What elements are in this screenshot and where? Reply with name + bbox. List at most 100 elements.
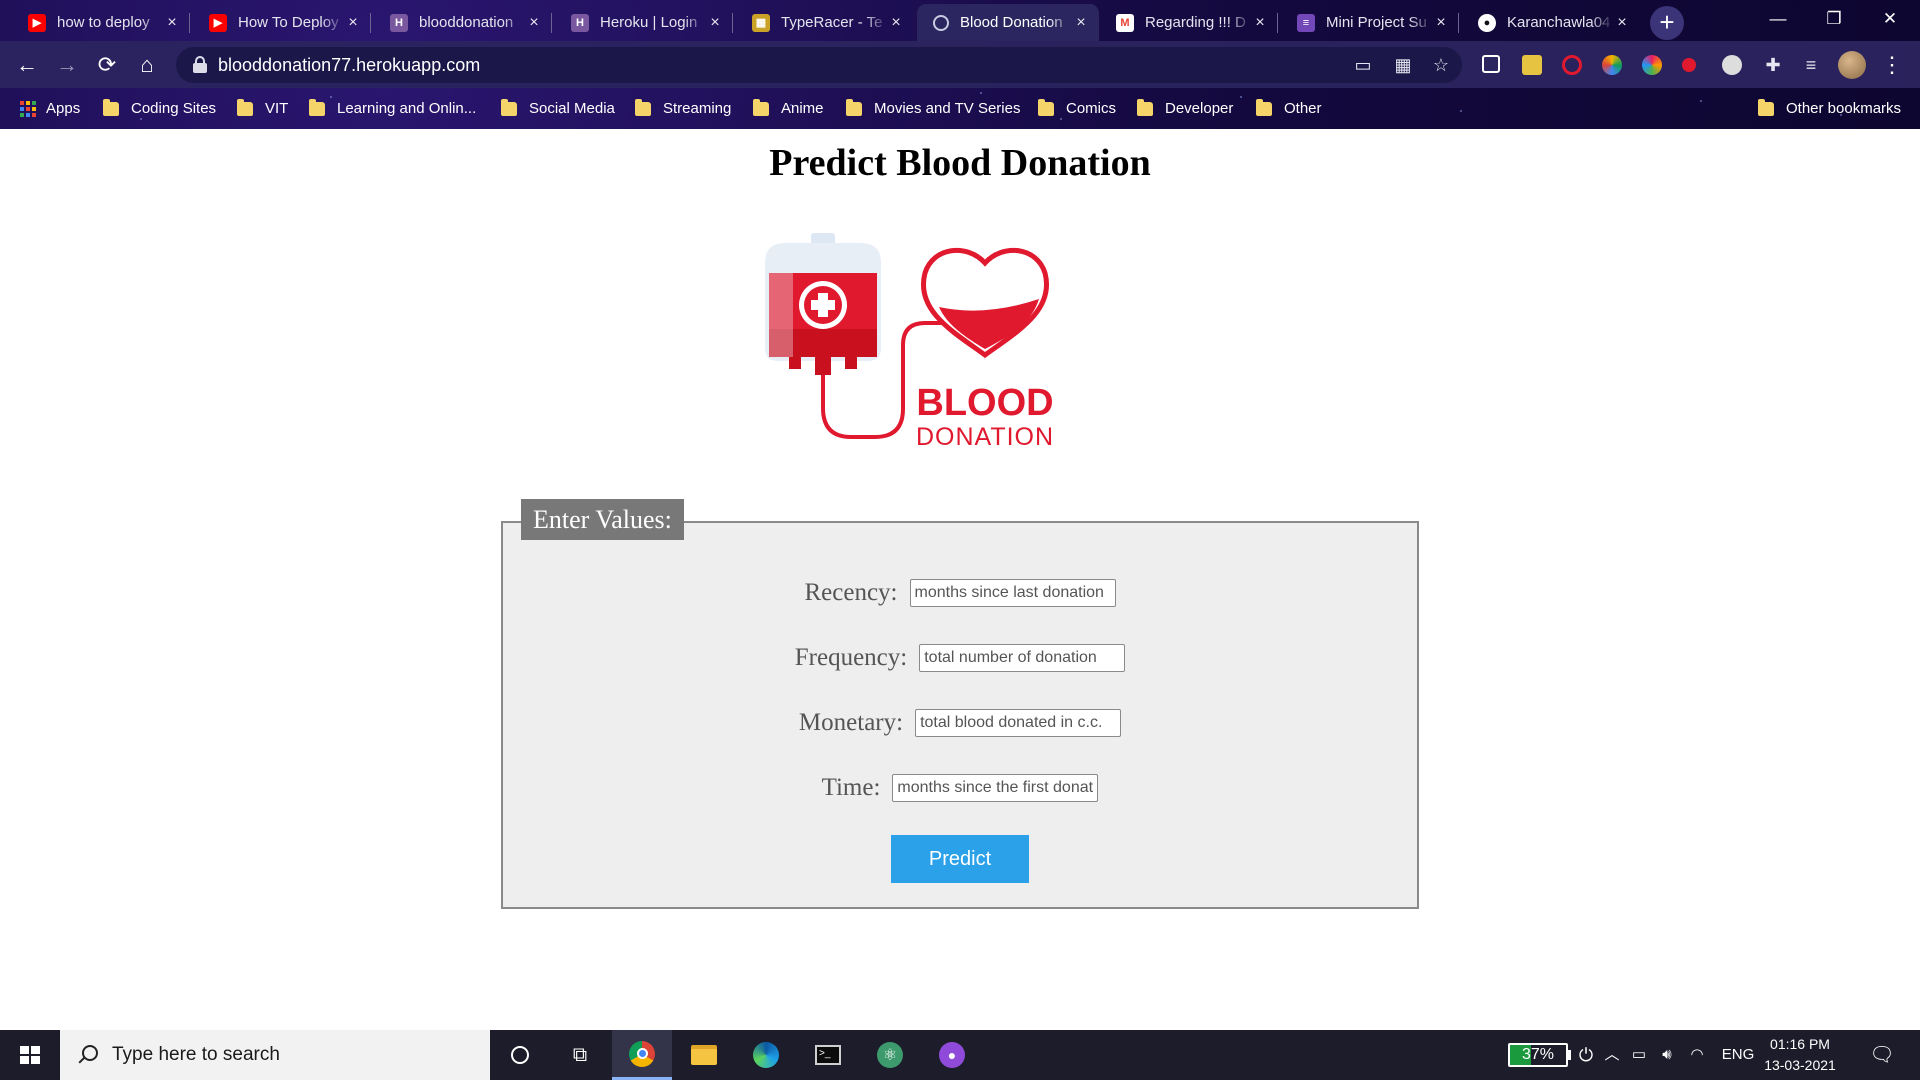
bookmark-folder-streaming[interactable]: Streaming [635, 88, 731, 129]
minimize-button[interactable]: — [1750, 0, 1806, 40]
battery-tray-icon[interactable]: ▭ [1626, 1030, 1652, 1080]
cortana-icon[interactable] [490, 1030, 550, 1080]
extension-icon[interactable] [1682, 58, 1696, 72]
close-icon[interactable]: × [888, 14, 904, 31]
more-menu-icon[interactable]: ⋮ [1880, 49, 1904, 81]
close-window-button[interactable]: ✕ [1862, 0, 1918, 40]
media-control-icon[interactable]: ≡ [1796, 47, 1826, 83]
extension-icon[interactable] [1642, 55, 1662, 75]
close-icon[interactable]: × [1073, 14, 1089, 31]
bookmark-label: Movies and TV Series [874, 100, 1021, 117]
extensions-puzzle-icon[interactable]: ✚ [1758, 47, 1788, 83]
tab-heroku-login[interactable]: H Heroku | Login × [555, 4, 733, 41]
tab-how-to-deploy[interactable]: ▶ how to deploy × [12, 4, 190, 41]
tab-gmail-regarding[interactable]: M Regarding !!! D × [1100, 4, 1278, 41]
tab-blood-donation-active[interactable]: Blood Donation × [917, 4, 1099, 41]
language-indicator[interactable]: ENG [1718, 1030, 1758, 1080]
apps-grid-icon [20, 100, 36, 117]
tab-github[interactable]: ● Karanchawla04 × [1462, 4, 1640, 41]
reload-button[interactable]: ⟳ [90, 48, 124, 82]
qr-code-icon[interactable]: ▦ [1388, 47, 1418, 83]
time-input[interactable] [892, 774, 1099, 802]
bookmark-folder-developer[interactable]: Developer [1137, 88, 1233, 129]
edge-icon[interactable] [736, 1030, 796, 1080]
extension-icon[interactable] [1522, 55, 1542, 75]
cast-icon[interactable]: ▭ [1348, 47, 1378, 83]
bookmark-folder-other[interactable]: Other [1256, 88, 1322, 129]
task-view-icon[interactable]: ⧉ [550, 1030, 610, 1080]
address-bar[interactable]: blooddonation77.herokuapp.com ▭ ▦ ☆ [176, 47, 1462, 83]
pen-extension-icon[interactable] [1482, 55, 1500, 73]
close-icon[interactable]: × [345, 14, 361, 31]
atom-icon[interactable]: ⚛ [860, 1030, 920, 1080]
bookmark-folder-comics[interactable]: Comics [1038, 88, 1116, 129]
extension-icon[interactable] [1722, 55, 1742, 75]
time-row: Time: [501, 768, 1419, 808]
bookmark-star-icon[interactable]: ☆ [1426, 47, 1456, 83]
tab-title: Mini Project Su [1326, 14, 1427, 31]
bookmark-folder-other-bookmarks[interactable]: Other bookmarks [1758, 88, 1901, 129]
extension-icon[interactable] [1602, 55, 1622, 75]
blood-donation-logo: BLOOD DONATION [765, 233, 1054, 451]
bookmark-folder-coding-sites[interactable]: Coding Sites [103, 88, 216, 129]
file-explorer-icon[interactable] [674, 1030, 734, 1080]
wifi-icon[interactable]: ◠ [1684, 1030, 1710, 1080]
close-icon[interactable]: × [707, 14, 723, 31]
back-button[interactable]: ← [10, 48, 44, 82]
extension-icon[interactable] [1562, 55, 1582, 75]
bookmark-folder-movies-tv[interactable]: Movies and TV Series [846, 88, 1020, 129]
gmail-icon: M [1116, 13, 1134, 32]
typeracer-icon: ▦ [752, 13, 770, 32]
forward-button[interactable]: → [50, 48, 84, 82]
home-button[interactable]: ⌂ [130, 48, 164, 82]
tab-title: Heroku | Login [600, 14, 698, 31]
tab-blooddonation-heroku[interactable]: H blooddonation × [374, 4, 552, 41]
predict-button[interactable]: Predict [891, 835, 1029, 883]
heroku-icon: H [571, 13, 589, 32]
tab-strip: ▶ how to deploy × ▶ How To Deploy × H bl… [0, 0, 1920, 41]
recency-row: Recency: [501, 573, 1419, 613]
folder-icon [309, 98, 325, 116]
close-icon[interactable]: × [1433, 14, 1449, 31]
battery-indicator[interactable]: 37% [1508, 1043, 1568, 1067]
tab-how-to-deploy-2[interactable]: ▶ How To Deploy × [193, 4, 371, 41]
folder-icon [1137, 98, 1153, 116]
chevron-up-icon[interactable]: ︿ [1600, 1030, 1624, 1080]
bookmark-folder-vit[interactable]: VIT [237, 88, 288, 129]
terminal-icon[interactable]: >_ [798, 1030, 858, 1080]
volume-icon[interactable]: 🔊︎ [1654, 1030, 1680, 1080]
fieldset-legend: Enter Values: [521, 499, 684, 540]
taskbar-search-input[interactable]: Type here to search [60, 1030, 490, 1080]
bookmark-label: Anime [781, 100, 824, 117]
close-icon[interactable]: × [164, 14, 180, 31]
clock[interactable]: 01:16 PM 13-03-2021 [1760, 1034, 1840, 1076]
logo-text-blood: BLOOD [916, 382, 1053, 424]
windows-start-icon[interactable] [0, 1030, 60, 1080]
frequency-input[interactable] [919, 644, 1126, 672]
new-tab-button[interactable]: + [1650, 6, 1684, 40]
bookmark-apps[interactable]: Apps [20, 88, 80, 129]
monetary-input[interactable] [915, 709, 1122, 737]
close-icon[interactable]: × [1614, 14, 1630, 31]
close-icon[interactable]: × [1252, 14, 1268, 31]
tab-mini-project[interactable]: ≡ Mini Project Su × [1281, 4, 1459, 41]
bookmark-folder-anime[interactable]: Anime [753, 88, 824, 129]
chrome-icon[interactable] [612, 1030, 672, 1080]
tab-title: Karanchawla04 [1507, 14, 1611, 31]
search-placeholder: Type here to search [112, 1044, 280, 1065]
notifications-icon[interactable]: 🗨︎ [1862, 1030, 1902, 1080]
bookmark-label: VIT [265, 100, 289, 117]
github-desktop-icon[interactable]: ● [922, 1030, 982, 1080]
youtube-icon: ▶ [28, 13, 46, 32]
restore-button[interactable]: ❐ [1806, 0, 1862, 40]
clock-time: 01:16 PM [1770, 1036, 1830, 1052]
folder-icon [846, 98, 862, 116]
bookmark-folder-learning[interactable]: Learning and Onlin... [309, 88, 476, 129]
bookmark-folder-social-media[interactable]: Social Media [501, 88, 615, 129]
recency-label: Recency: [804, 579, 898, 606]
recency-input[interactable] [909, 579, 1116, 607]
search-icon [76, 1044, 98, 1066]
tab-typeracer[interactable]: ▦ TypeRacer - Te × [736, 4, 914, 41]
avatar[interactable] [1838, 51, 1866, 79]
close-icon[interactable]: × [526, 14, 542, 31]
